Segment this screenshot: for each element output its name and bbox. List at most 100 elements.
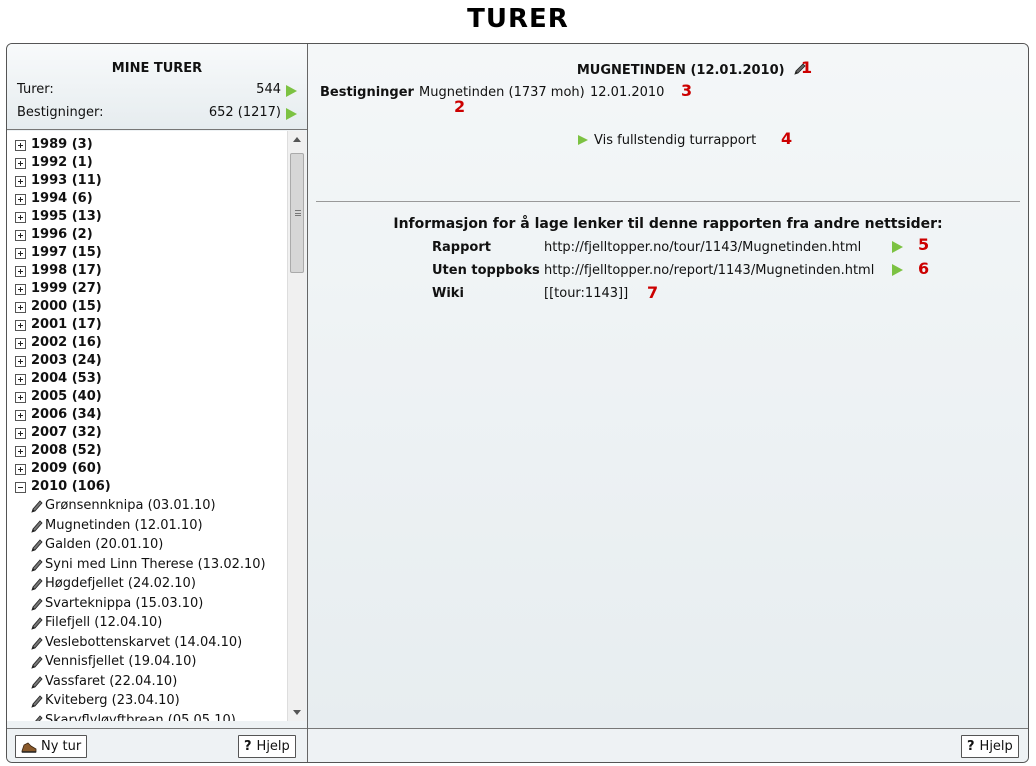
stat-label: Turer: xyxy=(17,82,54,97)
expand-icon[interactable] xyxy=(15,338,26,349)
edit-pencil-icon[interactable] xyxy=(31,694,43,708)
tree-year-label: 2004 (53) xyxy=(31,371,102,386)
tree-year-label: 2007 (32) xyxy=(31,425,102,440)
expand-icon[interactable] xyxy=(15,428,26,439)
help-label: Hjelp xyxy=(256,739,290,754)
link-label-uten-toppboks: Uten toppboks xyxy=(432,263,540,278)
collapse-icon[interactable] xyxy=(15,482,26,493)
link-value-wiki[interactable]: [[tour:1143]] xyxy=(544,286,628,301)
sidebar: MINE TURER Turer: 544 Bestigninger: 652 … xyxy=(7,44,308,762)
marker-3: 3 xyxy=(681,81,693,100)
new-tour-button[interactable]: Ny tur xyxy=(15,735,88,758)
tree-year-label: 2001 (17) xyxy=(31,317,102,332)
stat-value: 652 (1217) xyxy=(208,105,281,120)
expand-icon[interactable] xyxy=(15,212,26,223)
tree-year-label: 2008 (52) xyxy=(31,443,102,458)
edit-pencil-icon[interactable] xyxy=(31,558,43,572)
tree-tour-label: Galden (20.01.10) xyxy=(45,537,164,552)
expand-icon[interactable] xyxy=(15,266,26,277)
marker-2: 2 xyxy=(454,97,466,116)
edit-pencil-icon[interactable] xyxy=(31,577,43,591)
scroll-thumb[interactable] xyxy=(290,153,304,273)
tree-year-label: 2006 (34) xyxy=(31,407,102,422)
tree-tour-label: Mugnetinden (12.01.10) xyxy=(45,517,203,533)
scroll-down-icon[interactable] xyxy=(293,710,301,715)
tree-year-label: 1993 (11) xyxy=(31,173,102,188)
marker-4: 4 xyxy=(781,129,793,148)
expand-icon[interactable] xyxy=(15,374,26,385)
detail-content: MUGNETINDEN (12.01.2010) 1 Bestigninger … xyxy=(308,44,1028,728)
tree-tour-label: Høgdefjellet (24.02.10) xyxy=(45,576,196,591)
play-arrow-icon[interactable] xyxy=(286,85,297,97)
expand-icon[interactable] xyxy=(15,302,26,313)
expand-icon[interactable] xyxy=(15,284,26,295)
peak-link[interactable]: Mugnetinden (1737 moh) xyxy=(419,85,585,100)
sidebar-footer: Ny tur ? Hjelp xyxy=(7,728,307,762)
expand-icon[interactable] xyxy=(15,392,26,403)
sidebar-title: MINE TURER xyxy=(111,61,203,76)
full-report-link[interactable]: Vis fullstendig turrapport xyxy=(578,133,756,148)
stat-value: 544 xyxy=(256,82,281,97)
marker-6: 6 xyxy=(918,259,930,278)
tree-year-label: 1994 (6) xyxy=(31,191,93,206)
scroll-up-icon[interactable] xyxy=(293,137,301,142)
tree-year-label: 1998 (17) xyxy=(31,263,102,278)
detail-footer: ? Hjelp xyxy=(308,728,1028,762)
play-arrow-icon[interactable] xyxy=(892,241,903,253)
ascent-date: 12.01.2010 xyxy=(590,85,665,100)
stat-label: Bestigninger: xyxy=(17,105,104,120)
expand-icon[interactable] xyxy=(15,320,26,331)
tree-tour-label: Syni med Linn Therese (13.02.10) xyxy=(45,556,266,572)
edit-pencil-icon[interactable] xyxy=(31,616,43,630)
tree-year-label: 1989 (3) xyxy=(31,137,93,152)
tree-year-label: 1999 (27) xyxy=(31,281,102,296)
hiking-boot-icon xyxy=(21,742,37,753)
edit-pencil-icon[interactable] xyxy=(31,499,43,513)
stat-bestigninger: Bestigninger: 652 (1217) xyxy=(17,105,297,123)
play-arrow-icon[interactable] xyxy=(286,108,297,120)
edit-pencil-icon[interactable] xyxy=(31,655,43,669)
help-button-right[interactable]: ? Hjelp xyxy=(961,735,1019,758)
expand-icon[interactable] xyxy=(15,140,26,151)
expand-icon[interactable] xyxy=(15,230,26,241)
tree-year-label: 1997 (15) xyxy=(31,245,102,260)
edit-pencil-icon[interactable] xyxy=(31,714,43,722)
page-title: TURER xyxy=(467,4,569,34)
expand-icon[interactable] xyxy=(15,248,26,259)
expand-icon[interactable] xyxy=(15,464,26,475)
expand-icon[interactable] xyxy=(15,194,26,205)
link-value-uten-toppboks[interactable]: http://fjelltopper.no/report/1143/Mugnet… xyxy=(544,263,874,278)
link-label-rapport: Rapport xyxy=(432,240,491,255)
edit-pencil-icon[interactable] xyxy=(31,636,43,650)
link-value-rapport[interactable]: http://fjelltopper.no/tour/1143/Mugnetin… xyxy=(544,240,861,255)
full-report-label: Vis fullstendig turrapport xyxy=(594,133,757,148)
expand-icon[interactable] xyxy=(15,176,26,187)
tree-tour-label: Veslebottenskarvet (14.04.10) xyxy=(45,634,243,650)
sidebar-header: MINE TURER Turer: 544 Bestigninger: 652 … xyxy=(7,44,307,130)
question-icon: ? xyxy=(244,739,252,754)
expand-icon[interactable] xyxy=(15,410,26,421)
detail-title-row: MUGNETINDEN (12.01.2010) xyxy=(308,62,1028,78)
expand-icon[interactable] xyxy=(15,356,26,367)
tree-year-label: 2005 (40) xyxy=(31,389,102,404)
tree-tour-label: Vennisfjellet (19.04.10) xyxy=(45,654,197,669)
marker-7: 7 xyxy=(647,283,659,302)
stat-turer: Turer: 544 xyxy=(17,82,297,100)
tree-year-label: 1995 (13) xyxy=(31,209,102,224)
edit-pencil-icon[interactable] xyxy=(31,597,43,611)
tree-year-label: 2000 (15) xyxy=(31,299,102,314)
edit-pencil-icon[interactable] xyxy=(31,538,43,552)
expand-icon[interactable] xyxy=(15,158,26,169)
main-frame: MINE TURER Turer: 544 Bestigninger: 652 … xyxy=(6,43,1029,763)
expand-icon[interactable] xyxy=(15,446,26,457)
marker-5: 5 xyxy=(918,235,930,254)
edit-pencil-icon[interactable] xyxy=(31,675,43,689)
tree-tour-label: Svarteknippa (15.03.10) xyxy=(45,595,204,611)
detail-panel: MUGNETINDEN (12.01.2010) 1 Bestigninger … xyxy=(308,44,1028,762)
help-button-left[interactable]: ? Hjelp xyxy=(238,735,296,758)
play-arrow-icon[interactable] xyxy=(892,264,903,276)
tree-scrollbar[interactable] xyxy=(287,131,306,721)
question-icon: ? xyxy=(967,739,975,754)
edit-pencil-icon[interactable] xyxy=(31,519,43,533)
new-tour-label: Ny tur xyxy=(41,739,82,754)
